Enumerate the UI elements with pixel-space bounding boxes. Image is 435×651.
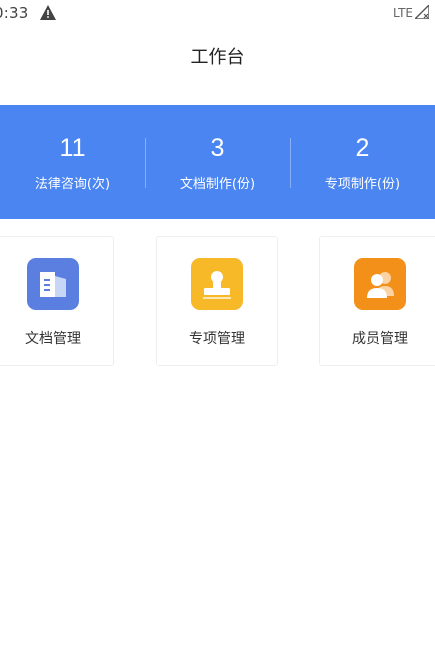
stat-legal-consultations[interactable]: 11 法律咨询(次): [0, 105, 145, 219]
members-icon: [354, 258, 406, 310]
stat-special-production[interactable]: 2 专项制作(份): [290, 105, 435, 219]
stat-label: 专项制作(份): [324, 177, 401, 192]
status-time: 0:33: [0, 4, 29, 22]
stats-panel: 11 法律咨询(次) 3 文档制作(份) 2 专项制作(份): [0, 105, 435, 219]
warning-icon: [40, 5, 56, 20]
status-bar: 0:33 LTE: [0, 0, 435, 28]
title-bar: 工作台: [0, 38, 435, 78]
page-title: 工作台: [190, 47, 245, 68]
stat-value: 11: [59, 134, 86, 162]
signal-icon: [415, 5, 429, 19]
stamp-icon: [191, 258, 243, 310]
stat-divider: [145, 138, 146, 188]
stat-label: 文档制作(份): [179, 177, 256, 192]
stat-document-production[interactable]: 3 文档制作(份): [145, 105, 290, 219]
stat-divider: [290, 138, 291, 188]
stat-value: 3: [210, 134, 225, 162]
special-management-card[interactable]: 专项管理: [156, 236, 278, 366]
document-building-icon: [27, 258, 79, 310]
feature-grid: 文档管理 专项管理 成员管理: [0, 236, 435, 366]
document-management-card[interactable]: 文档管理: [0, 236, 114, 366]
stat-label: 法律咨询(次): [34, 177, 111, 192]
member-management-card[interactable]: 成员管理: [319, 236, 435, 366]
stat-value: 2: [355, 134, 370, 162]
card-label: 成员管理: [352, 331, 408, 347]
network-type-label: LTE: [393, 6, 413, 20]
card-label: 专项管理: [189, 331, 245, 347]
card-label: 文档管理: [25, 331, 81, 347]
